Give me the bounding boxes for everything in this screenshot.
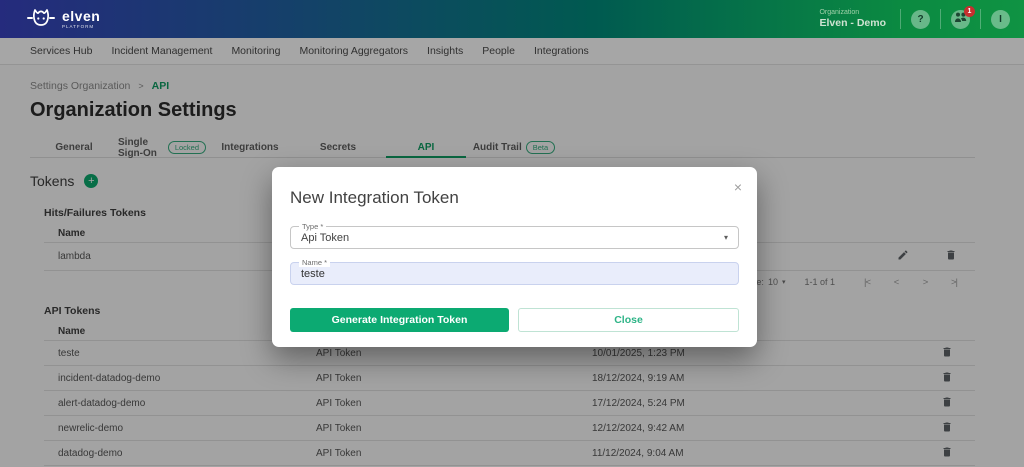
token-name-field: Name * (290, 262, 739, 285)
close-icon: × (734, 179, 742, 195)
token-name-input[interactable] (291, 263, 738, 284)
type-field-value: Api Token (301, 232, 349, 244)
new-integration-token-modal: × New Integration Token Type * Api Token… (272, 167, 757, 347)
organization-name: Elven - Demo (819, 17, 886, 29)
avatar-initial: I (999, 14, 1002, 25)
help-icon: ? (917, 14, 923, 25)
app-header: elven PLATFORM Organization Elven - Demo… (0, 0, 1024, 38)
elven-logo[interactable]: elven PLATFORM (26, 7, 100, 31)
modal-title: New Integration Token (290, 188, 739, 208)
header-divider (980, 9, 981, 29)
user-avatar[interactable]: I (991, 10, 1010, 29)
help-button[interactable]: ? (911, 10, 930, 29)
elven-mascot-icon (26, 7, 56, 31)
name-field-label: Name * (299, 258, 330, 267)
type-field-label: Type * (299, 222, 326, 231)
token-type-select[interactable]: Type * Api Token ▾ (290, 226, 739, 249)
logo-text: elven (62, 9, 100, 23)
organization-label: Organization (819, 9, 886, 16)
generate-integration-token-button[interactable]: Generate Integration Token (290, 308, 509, 332)
organization-selector[interactable]: Organization Elven - Demo (819, 9, 886, 29)
caret-down-icon: ▾ (724, 233, 728, 242)
modal-close-secondary-button[interactable]: Close (518, 308, 739, 332)
modal-close-button[interactable]: × (734, 180, 742, 194)
header-divider (900, 9, 901, 29)
notifications-button[interactable]: 1 (951, 10, 970, 29)
logo-subtext: PLATFORM (62, 25, 100, 30)
header-divider (940, 9, 941, 29)
notification-badge: 1 (964, 6, 975, 17)
